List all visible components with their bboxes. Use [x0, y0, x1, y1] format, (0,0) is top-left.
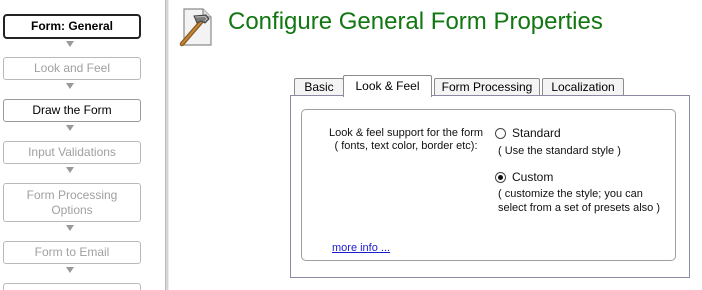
rail-divider: [165, 0, 169, 290]
form-wizard-page: Form: General Look and Feel Draw the For…: [0, 0, 702, 290]
look-feel-description: Look & feel support for the form ( fonts…: [326, 127, 486, 153]
step-connector: [66, 41, 74, 47]
tab-localization[interactable]: Localization: [542, 78, 624, 96]
step-connector: [66, 83, 74, 89]
radio-custom-note: ( customize the style; you can select fr…: [498, 187, 660, 215]
step-connector: [66, 125, 74, 131]
step-form-processing-options[interactable]: Form Processing Options: [3, 183, 141, 222]
radio-standard-label: Standard: [512, 126, 561, 140]
step-connector: [66, 167, 74, 173]
step-form-to-email[interactable]: Form to Email: [3, 241, 141, 264]
arrow-down-icon: [66, 225, 74, 231]
step-draw-the-form[interactable]: Draw the Form: [3, 99, 141, 122]
step-label: Form: General: [30, 19, 114, 33]
radio-custom-label: Custom: [512, 170, 554, 184]
step-label: Draw the Form: [32, 103, 112, 117]
step-look-and-feel[interactable]: Look and Feel: [3, 57, 141, 80]
arrow-down-icon: [66, 267, 74, 273]
note-line: ( Use the standard style ): [498, 145, 621, 157]
tab-look-and-feel[interactable]: Look & Feel: [343, 75, 432, 97]
tab-label: Basic: [304, 80, 334, 94]
arrow-down-icon: [66, 167, 74, 173]
radio-standard[interactable]: Standard: [495, 126, 561, 140]
radio-standard-control[interactable]: [495, 127, 506, 139]
radio-standard-note: ( Use the standard style ): [498, 144, 621, 158]
step-label: Form Processing Options: [26, 187, 118, 217]
step-connector: [66, 267, 74, 273]
description-line: ( fonts, text color, border etc):: [334, 140, 478, 152]
wizard-steps: Form: General Look and Feel Draw the For…: [0, 0, 160, 290]
step-label: Form to Email: [34, 245, 110, 259]
file-hammer-icon: [176, 6, 218, 48]
step-next-partial[interactable]: [3, 283, 141, 290]
tab-label: Localization: [551, 80, 615, 94]
radio-custom-control[interactable]: [495, 171, 506, 183]
tab-label: Look & Feel: [355, 79, 420, 93]
tab-label: Form Processing: [441, 80, 533, 94]
arrow-down-icon: [66, 41, 74, 47]
note-line: ( customize the style; you can: [498, 188, 643, 200]
more-info-link[interactable]: more info ...: [332, 242, 390, 254]
step-label: Input Validations: [28, 145, 116, 159]
radio-custom[interactable]: Custom: [495, 170, 553, 184]
tab-form-processing[interactable]: Form Processing: [434, 78, 540, 96]
tab-basic[interactable]: Basic: [294, 78, 344, 96]
page-title: Configure General Form Properties: [228, 8, 603, 35]
step-input-validations[interactable]: Input Validations: [3, 141, 141, 164]
description-line: Look & feel support for the form: [328, 127, 484, 139]
arrow-down-icon: [66, 125, 74, 131]
step-label: Look and Feel: [33, 61, 111, 75]
arrow-down-icon: [66, 83, 74, 89]
note-line: select from a set of presets also ): [498, 202, 661, 214]
step-form-general[interactable]: Form: General: [3, 14, 141, 39]
step-connector: [66, 225, 74, 231]
